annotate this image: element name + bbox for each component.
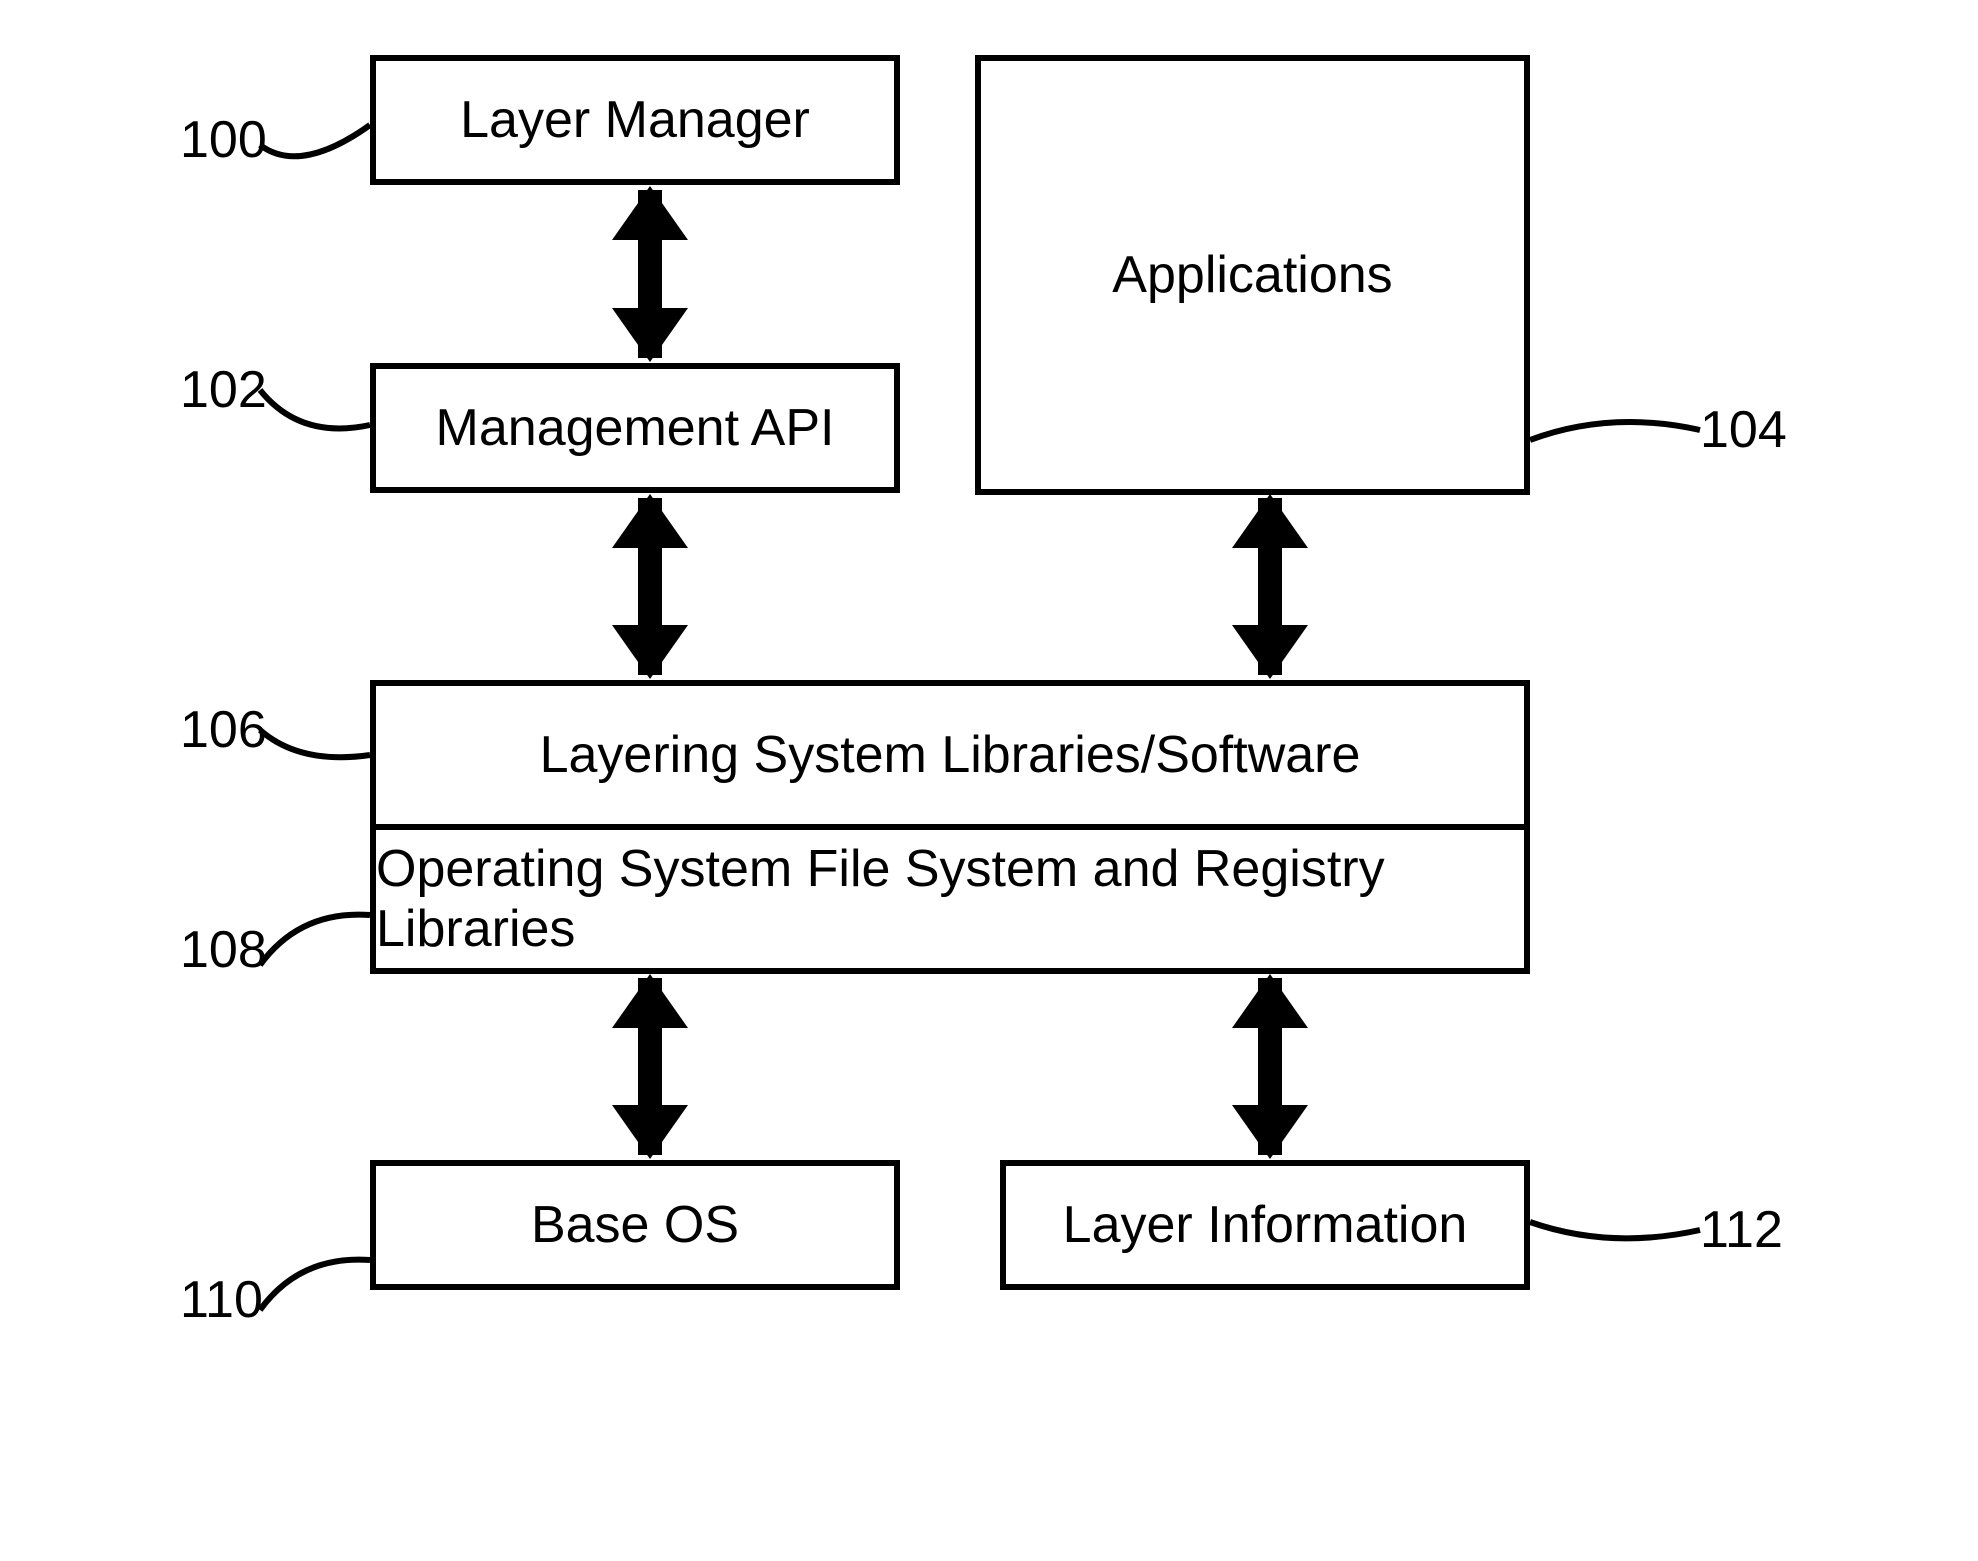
box-label: Layer Manager	[460, 90, 810, 150]
box-label: Layering System Libraries/Software	[540, 725, 1361, 785]
box-os-fs-registry: Operating System File System and Registr…	[370, 824, 1530, 974]
arrow-layer-manager-to-api	[610, 190, 690, 358]
box-label: Management API	[436, 398, 835, 458]
box-layering-libraries: Layering System Libraries/Software	[370, 680, 1530, 830]
arrow-applications-to-layering	[1230, 498, 1310, 675]
ref-label-104: 104	[1700, 400, 1787, 460]
box-label: Layer Information	[1063, 1195, 1468, 1255]
box-label: Base OS	[531, 1195, 739, 1255]
box-label: Operating System File System and Registr…	[376, 839, 1524, 959]
arrow-head-down-icon	[1232, 1105, 1308, 1159]
arrow-api-to-layering	[610, 498, 690, 675]
leader-110	[260, 1255, 380, 1325]
box-label: Applications	[1112, 245, 1392, 305]
arrow-head-down-icon	[612, 625, 688, 679]
ref-label-110: 110	[180, 1270, 263, 1330]
ref-label-112: 112	[1700, 1200, 1783, 1260]
leader-106	[260, 715, 380, 765]
arrow-head-down-icon	[1232, 625, 1308, 679]
arrow-os-to-base-os	[610, 978, 690, 1155]
leader-108	[260, 910, 380, 980]
leader-104	[1530, 410, 1700, 450]
arrow-os-to-layer-info	[1230, 978, 1310, 1155]
ref-label-106: 106	[180, 700, 267, 760]
ref-label-102: 102	[180, 360, 267, 420]
box-layer-manager: Layer Manager	[370, 55, 900, 185]
box-layer-information: Layer Information	[1000, 1160, 1530, 1290]
box-applications: Applications	[975, 55, 1530, 495]
box-management-api: Management API	[370, 363, 900, 493]
ref-label-108: 108	[180, 920, 267, 980]
box-base-os: Base OS	[370, 1160, 900, 1290]
leader-112	[1530, 1210, 1700, 1250]
arrow-head-down-icon	[612, 1105, 688, 1159]
ref-label-100: 100	[180, 110, 267, 170]
arrow-head-down-icon	[612, 308, 688, 362]
leader-102	[260, 370, 380, 440]
diagram-stage: Layer Manager Management API Application…	[0, 0, 1978, 1561]
leader-100	[260, 115, 380, 175]
